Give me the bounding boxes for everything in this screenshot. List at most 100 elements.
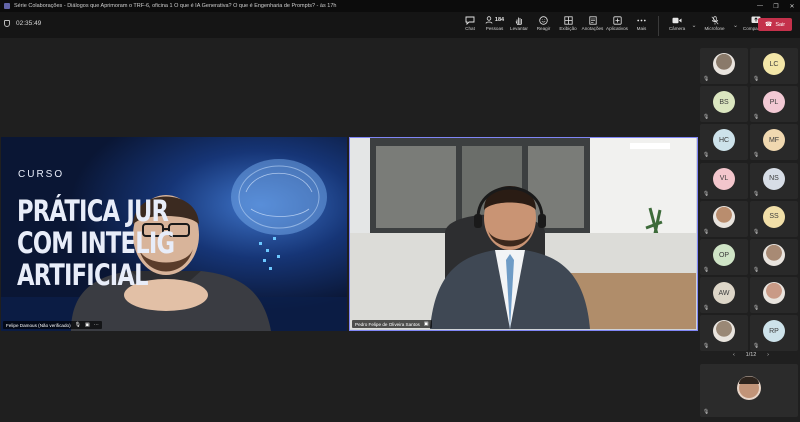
raise-hand-button[interactable]: Levantar	[507, 14, 531, 36]
slide-title-line-2: COM INTELIG	[17, 226, 175, 260]
mic-off-icon: 🎙	[703, 267, 710, 273]
people-button[interactable]: 184 Pessoas	[483, 14, 507, 36]
participant-initials-avatar: HC	[713, 129, 735, 152]
participant-tile[interactable]: RP 🎙	[750, 315, 798, 352]
people-count: 184	[494, 17, 505, 23]
speaker-video	[350, 138, 696, 329]
apps-button[interactable]: Aplicativos	[605, 14, 629, 36]
self-video	[737, 376, 761, 400]
participant-tile[interactable]: MF 🎙	[750, 124, 798, 161]
add-app-icon	[612, 14, 622, 26]
participant-tile[interactable]: AW 🎙	[700, 277, 748, 314]
participant-initials: OP	[718, 251, 730, 259]
view-button[interactable]: Exibição	[556, 14, 580, 36]
phone-hangup-icon: ☎	[764, 22, 773, 28]
video-tile-pedro[interactable]: Pedro Felipe de Oliveira Santos ▣	[349, 137, 698, 331]
window-controls: — ❐ ✕	[752, 0, 800, 12]
people-icon: 184	[485, 14, 504, 26]
slide-title-line-3: ARTIFICIAL	[17, 258, 149, 292]
self-view-tile[interactable]: 🎙	[700, 364, 798, 417]
participant-initials-avatar: RP	[763, 320, 785, 343]
mic-off-icon: 🎙	[703, 409, 710, 415]
participant-tile[interactable]: SS 🎙	[750, 200, 798, 237]
mic-off-icon: 🎙	[753, 190, 760, 197]
participant-initials-avatar: AW	[713, 282, 735, 305]
people-label: Pessoas	[485, 26, 504, 31]
participant-initials-avatar: NS	[763, 167, 785, 190]
participant-name-label: Pedro Felipe de Oliveira Santos ▣	[352, 320, 432, 328]
participant-tile[interactable]: 🎙	[750, 277, 798, 314]
mic-off-icon: 🎙	[703, 343, 710, 350]
mic-off-icon: 🎙	[703, 305, 710, 312]
mic-button[interactable]: Microfone	[699, 14, 731, 36]
leave-button[interactable]: ☎ Sair	[758, 18, 792, 31]
mic-off-icon: 🎙	[703, 114, 710, 121]
participant-name-label: Felipe Damous (Não verificado) 🎙 ▣ ⋯	[3, 321, 102, 329]
mic-off-icon: 🎙	[753, 305, 760, 312]
participant-tile[interactable]: 🎙	[700, 48, 748, 84]
share-status-icon: ▣	[423, 321, 429, 327]
participant-initials: MF	[768, 136, 780, 144]
participant-initials: NS	[769, 175, 779, 183]
participant-tile[interactable]: OP 🎙	[700, 239, 748, 275]
video-tile-felipe[interactable]: CURSO PRÁTICA JUR COM INTELIG ARTIFICIAL…	[1, 137, 347, 331]
participant-tile[interactable]: VL 🎙	[700, 162, 748, 199]
mic-off-icon: 🎙	[753, 228, 760, 235]
notes-icon	[588, 14, 597, 26]
participant-tile[interactable]: 🎙	[700, 200, 748, 237]
gallery-pager: ‹ 1/12 ›	[733, 352, 769, 358]
participant-tile[interactable]: 🎙	[750, 239, 798, 275]
mic-off-icon: 🎙	[703, 76, 710, 82]
participant-name: Pedro Felipe de Oliveira Santos	[355, 321, 420, 327]
participant-gallery: 🎙 LC 🎙 BS 🎙 PL 🎙 HC 🎙 MF 🎙 VL 🎙 NS 🎙 🎙 SS 🎙 OP 🎙 🎙 AW 🎙 🎙 🎙 RP 🎙	[698, 38, 800, 419]
notes-button[interactable]: Anotações	[581, 14, 605, 36]
participant-tile[interactable]: NS 🎙	[750, 162, 798, 199]
participant-initials: LC	[769, 60, 779, 68]
teams-logo-icon	[4, 3, 10, 9]
participant-tile[interactable]: BS 🎙	[700, 86, 748, 123]
participant-initials-avatar: SS	[763, 205, 785, 228]
shield-icon	[4, 20, 10, 27]
participant-tile[interactable]: PL 🎙	[750, 86, 798, 123]
pager-prev-chevron-icon[interactable]: ‹	[733, 352, 735, 358]
participant-tile[interactable]: HC 🎙	[700, 124, 748, 161]
react-label: Reagir	[536, 26, 551, 31]
leave-label: Sair	[775, 21, 786, 28]
hand-icon	[515, 14, 523, 26]
window-title: Série Colaborações - Diálogos que Aprimo…	[14, 3, 337, 9]
participant-initials: BS	[719, 98, 729, 106]
mic-icon: 🎙	[74, 322, 81, 328]
participant-photo-avatar	[713, 205, 735, 228]
more-button[interactable]: Mais	[630, 14, 654, 36]
camera-options-chevron-icon[interactable]: ⌄	[692, 22, 697, 29]
participant-photo-avatar	[713, 53, 735, 75]
camera-button[interactable]: Câmera	[665, 14, 689, 36]
minimize-button[interactable]: —	[752, 0, 768, 12]
more-options-icon[interactable]: ⋯	[94, 322, 99, 328]
mic-options-chevron-icon[interactable]: ⌄	[733, 22, 738, 29]
participant-tile[interactable]: 🎙	[700, 315, 748, 352]
apps-label: Aplicativos	[606, 26, 628, 31]
pager-next-chevron-icon[interactable]: ›	[767, 352, 769, 358]
participant-photo-avatar	[713, 320, 735, 343]
mic-label: Microfone	[704, 26, 725, 31]
react-button[interactable]: Reagir	[532, 14, 556, 36]
raise-label: Levantar	[510, 26, 528, 31]
mic-off-icon: 🎙	[753, 76, 760, 82]
chat-icon	[465, 14, 475, 26]
view-label: Exibição	[559, 26, 577, 31]
participant-initials: HC	[718, 136, 730, 144]
chat-button[interactable]: Chat	[458, 14, 482, 36]
participant-photo-avatar	[763, 244, 785, 266]
mic-off-icon: 🎙	[753, 152, 760, 159]
participant-tile[interactable]: LC 🎙	[750, 48, 798, 84]
mic-off-icon: 🎙	[753, 267, 760, 273]
close-window-button[interactable]: ✕	[784, 0, 800, 12]
meeting-toolbar: 02:35:49 Chat 184 Pessoas Levantar Reagi…	[0, 12, 800, 38]
notes-label: Anotações	[581, 26, 604, 31]
maximize-button[interactable]: ❐	[768, 0, 784, 12]
participant-initials-avatar: LC	[763, 53, 785, 75]
mic-off-icon: 🎙	[703, 228, 710, 235]
meeting-stage: CURSO PRÁTICA JUR COM INTELIG ARTIFICIAL…	[0, 38, 698, 419]
participant-initials: VL	[719, 175, 729, 183]
